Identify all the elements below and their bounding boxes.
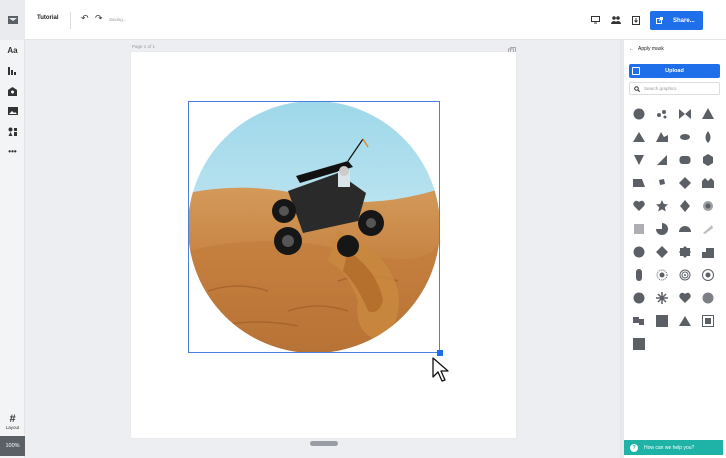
diamond-2-shape-icon[interactable] — [650, 240, 673, 263]
arrow-left-icon: ← — [629, 46, 634, 52]
lens-shape-icon[interactable] — [673, 125, 696, 148]
hexagon-shape-icon[interactable] — [696, 148, 719, 171]
home-icon[interactable] — [0, 0, 25, 40]
left-toolbar: Aa ••• # Layout 100% — [0, 0, 25, 458]
redo-icon[interactable]: ↷ — [95, 13, 103, 24]
chart-icon[interactable] — [0, 62, 25, 80]
mountain-shape-icon[interactable] — [650, 125, 673, 148]
triangle-shape-icon[interactable] — [627, 125, 650, 148]
design-page[interactable] — [131, 52, 516, 438]
right-triangle-shape-icon[interactable] — [650, 148, 673, 171]
textured-circle-shape-icon[interactable] — [696, 286, 719, 309]
burst-shape-icon[interactable] — [650, 286, 673, 309]
pie-shape-icon[interactable] — [650, 217, 673, 240]
grid-icon: # — [9, 413, 16, 425]
square-2-shape-icon[interactable] — [627, 332, 650, 355]
mask-panel: ← Apply mask Upload — [620, 40, 726, 458]
share-icon — [656, 17, 663, 24]
pointer-shape-icon[interactable] — [627, 148, 650, 171]
divider — [70, 12, 71, 29]
help-icon: ? — [630, 443, 638, 452]
download-icon[interactable] — [629, 13, 643, 27]
search-icon — [634, 85, 640, 92]
layout-button[interactable]: # Layout — [0, 414, 25, 436]
resize-handle[interactable] — [437, 350, 443, 356]
heart-shape-icon[interactable] — [627, 194, 650, 217]
drop-shape-icon[interactable] — [696, 125, 719, 148]
trapezoid-shape-icon[interactable] — [627, 171, 650, 194]
present-icon[interactable] — [588, 13, 602, 27]
dots-shape-icon[interactable] — [650, 102, 673, 125]
cube-shape-icon[interactable] — [650, 171, 673, 194]
semicircle-shape-icon[interactable] — [673, 217, 696, 240]
selection-box — [188, 101, 440, 353]
upload-button[interactable]: Upload — [629, 64, 720, 78]
diamond-shape-icon[interactable] — [673, 171, 696, 194]
collaborators-icon[interactable] — [609, 13, 623, 27]
patterned-shape-icon[interactable] — [627, 217, 650, 240]
triangles-shape-icon[interactable] — [696, 102, 719, 125]
back-button[interactable]: ← Apply mask — [629, 46, 664, 52]
more-icon[interactable]: ••• — [0, 142, 25, 160]
mouse-cursor-icon — [432, 357, 449, 382]
circle-2-shape-icon[interactable] — [627, 240, 650, 263]
duplicate-page-icon[interactable] — [508, 42, 516, 55]
canvas-area: Page 1 of 1 — [25, 40, 620, 458]
shapes-icon[interactable] — [0, 122, 25, 140]
heart-2-shape-icon[interactable] — [673, 286, 696, 309]
step-shape-icon[interactable] — [696, 240, 719, 263]
page-label: Page 1 of 1 — [132, 44, 156, 49]
zoom-level[interactable]: 100% — [0, 436, 25, 456]
document-title[interactable]: Tutorial — [37, 15, 59, 21]
rings-shape-icon[interactable] — [650, 263, 673, 286]
gem-shape-icon[interactable] — [673, 194, 696, 217]
triangle-3-shape-icon[interactable] — [673, 309, 696, 332]
target-shape-icon[interactable] — [696, 263, 719, 286]
panel-scrollbar[interactable] — [621, 40, 624, 458]
rounded-rect-shape-icon[interactable] — [673, 148, 696, 171]
search-field[interactable] — [629, 82, 720, 95]
circle-shape-icon[interactable] — [627, 102, 650, 125]
capsule-shape-icon[interactable] — [627, 263, 650, 286]
top-bar: Tutorial ↶ ↷ Saving... Share... — [25, 0, 726, 40]
undo-icon[interactable]: ↶ — [81, 13, 89, 24]
mask-shapes-grid — [627, 102, 719, 355]
image-icon[interactable] — [0, 102, 25, 120]
blocks-shape-icon[interactable] — [627, 309, 650, 332]
house-shape-icon[interactable] — [696, 171, 719, 194]
horizontal-scrollbar[interactable] — [310, 441, 338, 446]
square-shape-icon[interactable] — [650, 309, 673, 332]
badge-shape-icon[interactable] — [673, 240, 696, 263]
disc-shape-icon[interactable] — [627, 286, 650, 309]
search-input[interactable] — [644, 86, 714, 91]
upload-icon — [632, 67, 640, 75]
brand-icon[interactable] — [0, 82, 25, 100]
film-shape-icon[interactable] — [696, 309, 719, 332]
flower-shape-icon[interactable] — [696, 194, 719, 217]
star-shape-icon[interactable] — [650, 194, 673, 217]
share-button[interactable]: Share... — [650, 11, 703, 30]
brush-shape-icon[interactable] — [696, 217, 719, 240]
bowtie-shape-icon[interactable] — [673, 102, 696, 125]
text-icon[interactable]: Aa — [0, 41, 25, 59]
spiral-shape-icon[interactable] — [673, 263, 696, 286]
save-status: Saving... — [109, 17, 127, 22]
help-button[interactable]: ? How can we help you? — [624, 440, 723, 455]
